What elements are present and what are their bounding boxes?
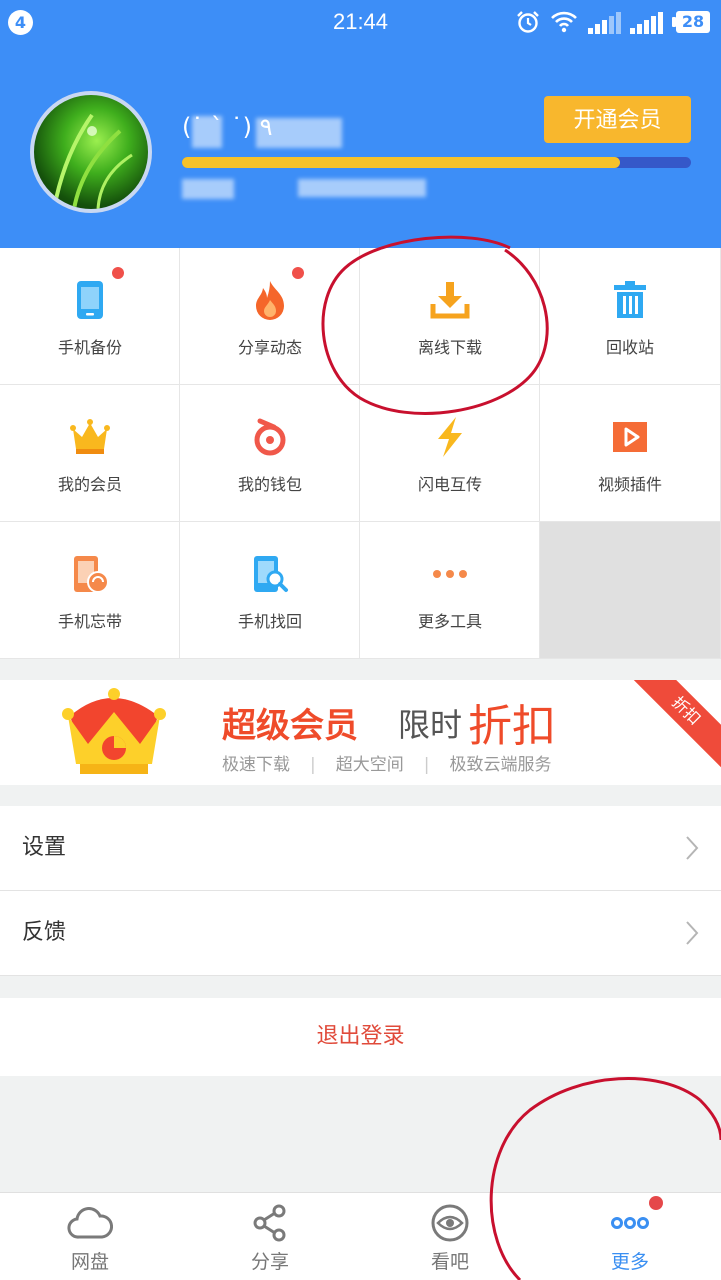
tab-netdisk[interactable]: 网盘 [0, 1193, 180, 1280]
discount-ribbon: 折扣 [622, 680, 721, 775]
crown-icon [70, 419, 110, 454]
grid-item-badge-dot [112, 267, 124, 279]
battery-icon: 28 [672, 11, 710, 33]
phone-search-icon [254, 556, 288, 592]
grid-item-label: 我的钱包 [237, 475, 302, 494]
video-play-icon [613, 422, 647, 452]
grid-item-flash-transfer[interactable]: 闪电互传 [360, 385, 540, 522]
tab-label: 分享 [250, 1251, 289, 1273]
grid-item-video-plugin[interactable]: 视频插件 [540, 385, 721, 522]
feedback-label: 反馈 [22, 920, 67, 945]
crown-icon [62, 688, 166, 774]
grid-item-label: 闪电互传 [417, 475, 482, 494]
logout-button[interactable]: 退出登录 [0, 998, 721, 1076]
signal-icon-2 [630, 12, 663, 34]
tab-more[interactable]: 更多 [540, 1193, 721, 1280]
grid-item-label: 手机忘带 [57, 612, 122, 631]
settings-row[interactable]: 设置 [0, 806, 721, 890]
promo-feature: 极速下载 [222, 755, 290, 775]
grid-item-label: 回收站 [605, 338, 654, 357]
promo-feature: 极致云端服务 [449, 755, 552, 775]
grid-item-more-tools[interactable]: 更多工具 [360, 522, 540, 659]
download-icon [430, 282, 470, 319]
lightning-icon [438, 417, 462, 457]
tab-label: 更多 [610, 1251, 649, 1273]
settings-label: 设置 [22, 835, 67, 860]
grid-item-phone-backup[interactable]: 手机备份 [0, 248, 180, 385]
tab-label: 网盘 [70, 1251, 109, 1273]
tab-label: 看吧 [430, 1251, 469, 1273]
storage-progress-bar [182, 157, 691, 168]
grid-item-label: 我的会员 [57, 475, 122, 494]
promo-limit: 限时 [398, 706, 463, 744]
avatar-image [52, 113, 133, 209]
chevron-right-icon [686, 921, 699, 945]
super-vip-banner[interactable]: 超级会员 限时 折扣 极速下载 | 超大空间 | 极致云端服务 折扣 [0, 680, 721, 785]
promo-feature: 超大空间 [335, 755, 404, 775]
wifi-icon [551, 11, 577, 33]
phone-backup-icon [77, 281, 103, 319]
grid-item-label: 分享动态 [237, 338, 302, 357]
grid-item-share-feed[interactable]: 分享动态 [180, 248, 360, 385]
grid-item-label: 更多工具 [417, 612, 482, 631]
tools-grid: 手机备份 分享动态 离线下载 回收站 我的会员 我的钱包 闪电互传 视频插件 手… [0, 248, 721, 659]
grid-empty-cell [540, 522, 721, 659]
storage-progress-fill [182, 157, 620, 168]
cloud-icon [67, 1207, 113, 1239]
flame-icon [256, 281, 284, 320]
status-bar: 4 21:44 28 [0, 0, 721, 45]
avatar[interactable] [30, 91, 152, 213]
grid-item-badge-dot [292, 267, 304, 279]
grid-item-phone-forgot[interactable]: 手机忘带 [0, 522, 180, 659]
promo-discount: 折扣 [468, 701, 556, 752]
tab-watch[interactable]: 看吧 [360, 1193, 540, 1280]
eye-icon [431, 1204, 469, 1242]
more-dots-icon [433, 570, 467, 578]
divider [0, 975, 721, 976]
bottom-tab-bar: 网盘 分享 看吧 更多 [0, 1192, 721, 1280]
grid-item-wallet[interactable]: 我的钱包 [180, 385, 360, 522]
promo-features: 极速下载 | 超大空间 | 极致云端服务 [222, 755, 552, 775]
trash-icon [614, 281, 646, 318]
feedback-row[interactable]: 反馈 [0, 891, 721, 975]
grid-item-label: 手机找回 [237, 612, 302, 631]
tab-share[interactable]: 分享 [180, 1193, 360, 1280]
profile-header: (˙ ` ˙) ٩ 开通会员 [0, 45, 721, 248]
grid-item-phone-find[interactable]: 手机找回 [180, 522, 360, 659]
open-vip-button[interactable]: 开通会员 [544, 96, 691, 143]
tab-more-badge-dot [649, 1196, 663, 1210]
grid-item-offline-download[interactable]: 离线下载 [360, 248, 540, 385]
phone-sync-icon [74, 556, 109, 593]
grid-item-label: 离线下载 [417, 338, 482, 357]
wallet-icon [254, 418, 286, 456]
grid-item-label: 视频插件 [597, 475, 662, 494]
more-dots-icon [611, 1217, 649, 1229]
share-icon [253, 1204, 286, 1242]
signal-icon [588, 12, 621, 34]
chevron-right-icon [686, 836, 699, 860]
grid-item-my-vip[interactable]: 我的会员 [0, 385, 180, 522]
grid-item-label: 手机备份 [57, 338, 122, 357]
alarm-icon [517, 11, 539, 33]
promo-title: 超级会员 [222, 706, 358, 746]
grid-item-recycle-bin[interactable]: 回收站 [540, 248, 721, 385]
